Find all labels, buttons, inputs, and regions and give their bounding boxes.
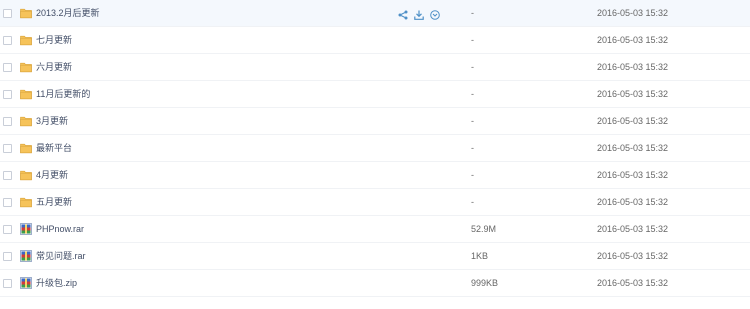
more-dropdown-icon[interactable] <box>430 10 440 20</box>
folder-icon <box>20 169 32 181</box>
file-name-link[interactable]: 最新平台 <box>36 142 72 154</box>
file-list: 2013.2月后更新 - 2016-05-03 15:32 七月更新 - 2016-05-… <box>0 0 750 309</box>
share-icon[interactable] <box>398 10 408 20</box>
modified-date: 2016-05-03 15:32 <box>597 197 669 207</box>
folder-icon <box>20 115 32 127</box>
folder-row[interactable]: 2013.2月后更新 - 2016-05-03 15:32 <box>0 0 750 27</box>
folder-icon <box>20 7 32 19</box>
row-actions <box>398 9 446 21</box>
row-checkbox[interactable] <box>3 252 12 261</box>
file-name-link[interactable]: 常见问题.rar <box>36 250 86 262</box>
row-checkbox[interactable] <box>3 63 12 72</box>
folder-icon <box>20 196 32 208</box>
folder-row[interactable]: 五月更新 - 2016-05-03 15:32 <box>0 189 750 216</box>
folder-row[interactable]: 七月更新 - 2016-05-03 15:32 <box>0 27 750 54</box>
modified-date: 2016-05-03 15:32 <box>597 62 669 72</box>
modified-date: 2016-05-03 15:32 <box>597 224 669 234</box>
file-row[interactable]: PHPnow.rar 52.9M 2016-05-03 15:32 <box>0 216 750 243</box>
folder-row[interactable]: 4月更新 - 2016-05-03 15:32 <box>0 162 750 189</box>
archive-file-icon <box>20 223 32 235</box>
folder-icon <box>20 88 32 100</box>
row-checkbox[interactable] <box>3 225 12 234</box>
file-name-link[interactable]: 3月更新 <box>36 115 68 127</box>
row-checkbox[interactable] <box>3 117 12 126</box>
row-checkbox[interactable] <box>3 144 12 153</box>
modified-date: 2016-05-03 15:32 <box>597 278 669 288</box>
modified-date: 2016-05-03 15:32 <box>597 251 669 261</box>
folder-row[interactable]: 六月更新 - 2016-05-03 15:32 <box>0 54 750 81</box>
file-size: - <box>471 116 474 126</box>
file-size: - <box>471 197 474 207</box>
modified-date: 2016-05-03 15:32 <box>597 170 669 180</box>
file-size: - <box>471 35 474 45</box>
row-checkbox[interactable] <box>3 279 12 288</box>
file-name-link[interactable]: 五月更新 <box>36 196 72 208</box>
modified-date: 2016-05-03 15:32 <box>597 143 669 153</box>
folder-icon <box>20 34 32 46</box>
folder-row[interactable]: 3月更新 - 2016-05-03 15:32 <box>0 108 750 135</box>
file-size: - <box>471 8 474 18</box>
archive-file-icon <box>20 277 32 289</box>
folder-icon <box>20 142 32 154</box>
file-size: - <box>471 143 474 153</box>
modified-date: 2016-05-03 15:32 <box>597 116 669 126</box>
row-checkbox[interactable] <box>3 9 12 18</box>
row-checkbox[interactable] <box>3 171 12 180</box>
folder-icon <box>20 61 32 73</box>
file-name-link[interactable]: 升级包.zip <box>36 277 77 289</box>
file-name-link[interactable]: 11月后更新的 <box>36 88 90 100</box>
file-size: - <box>471 89 474 99</box>
file-size: - <box>471 170 474 180</box>
row-checkbox[interactable] <box>3 198 12 207</box>
modified-date: 2016-05-03 15:32 <box>597 89 669 99</box>
file-name-link[interactable]: PHPnow.rar <box>36 223 84 235</box>
folder-row[interactable]: 11月后更新的 - 2016-05-03 15:32 <box>0 81 750 108</box>
modified-date: 2016-05-03 15:32 <box>597 8 669 18</box>
file-name-link[interactable]: 六月更新 <box>36 61 72 73</box>
file-size: 1KB <box>471 251 489 261</box>
file-row[interactable]: 升级包.zip 999KB 2016-05-03 15:32 <box>0 270 750 297</box>
file-size: 999KB <box>471 278 499 288</box>
file-name-link[interactable]: 4月更新 <box>36 169 68 181</box>
download-icon[interactable] <box>414 10 424 20</box>
row-checkbox[interactable] <box>3 36 12 45</box>
file-name-link[interactable]: 七月更新 <box>36 34 72 46</box>
row-checkbox[interactable] <box>3 90 12 99</box>
archive-file-icon <box>20 250 32 262</box>
file-size: - <box>471 62 474 72</box>
folder-row[interactable]: 最新平台 - 2016-05-03 15:32 <box>0 135 750 162</box>
file-size: 52.9M <box>471 224 497 234</box>
file-row[interactable]: 常见问题.rar 1KB 2016-05-03 15:32 <box>0 243 750 270</box>
file-name-link[interactable]: 2013.2月后更新 <box>36 7 100 19</box>
modified-date: 2016-05-03 15:32 <box>597 35 669 45</box>
